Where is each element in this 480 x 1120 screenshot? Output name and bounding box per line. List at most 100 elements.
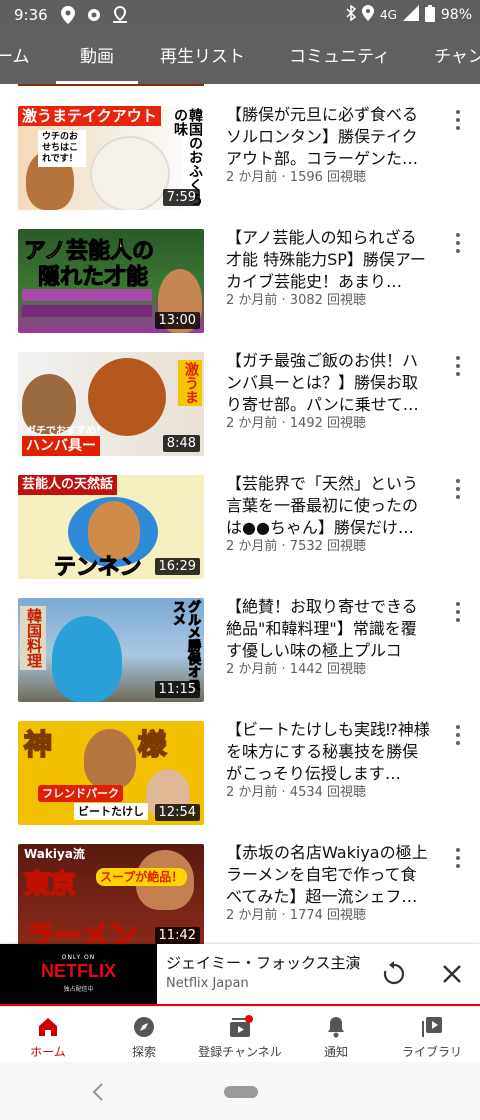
video-duration: 12:54 <box>154 804 200 821</box>
bell-icon <box>324 1015 348 1039</box>
location-status-icon <box>361 5 374 25</box>
video-duration: 7:59 <box>162 189 200 206</box>
thumb-caption: 隠れた才能 <box>37 265 149 291</box>
more-options-icon[interactable] <box>448 231 468 255</box>
thumb-caption: ラーメン <box>25 918 138 944</box>
video-title[interactable]: 【絶賛！お取り寄せできる絶品"和韓料理"】常識を覆す優しい味の極上プルコギ… <box>226 596 432 662</box>
tab-videos[interactable]: 動画 <box>56 30 138 84</box>
video-thumbnail[interactable]: アノ芸能人の 隠れた才能 13:00 <box>18 229 204 333</box>
video-list: 激うまテイクアウト ウチのおせちはこれです！ 韓国のおふくろの味 7:59 【勝… <box>0 84 480 944</box>
home-icon <box>36 1015 60 1039</box>
battery-percent: 98% <box>440 7 472 23</box>
video-thumbnail[interactable]: 韓国料理 グルメ勝俣オススメ 11:15 <box>18 598 204 702</box>
video-meta: 2 か月前 · 1774 回視聴 <box>226 908 367 923</box>
mini-player-title[interactable]: ジェイミー・フォックス主演.. <box>166 952 362 973</box>
signal-icon <box>402 5 419 25</box>
video-thumbnail[interactable]: 芸能人の天然話 テンネン 16:29 <box>18 475 204 579</box>
video-meta: 2 か月前 · 7532 回視聴 <box>226 539 367 554</box>
bottom-navigation: ホーム 探索 登録チャンネル 通知 ライブラリ <box>0 1006 480 1063</box>
back-icon[interactable] <box>90 1082 106 1106</box>
video-item[interactable]: 激うま ガチでおすすめ！ ハンバ具ー 8:48 【ガチ最強ご飯のお供！ハンバ具ー… <box>0 330 480 456</box>
video-title[interactable]: 【アノ芸能人の知られざる才能 特殊能力SP】勝俣アーカイブ芸能史！あまり… <box>226 227 432 293</box>
system-navigation-bar <box>0 1062 480 1120</box>
video-meta: 2 か月前 · 1492 回視聴 <box>226 416 367 431</box>
video-item[interactable]: Wakiya流 東京 スープが絶品！ ラーメン 11:42 【赤坂の名店Waki… <box>0 822 480 944</box>
mini-player[interactable]: ONLY ON NETFLIX 独占配信中 ジェイミー・フォックス主演.. Ne… <box>0 944 480 1004</box>
channel-tabs: ーム 動画 再生リスト コミュニティ チャン <box>0 30 480 84</box>
nav-home[interactable]: ホーム <box>0 1007 96 1063</box>
nav-explore[interactable]: 探索 <box>96 1007 192 1063</box>
thumb-caption: ウチのおせちはこれです！ <box>38 130 86 167</box>
thumb-caption: 芸能人の天然話 <box>18 475 118 495</box>
more-options-icon[interactable] <box>448 846 468 870</box>
video-item[interactable]: 激うまテイクアウト ウチのおせちはこれです！ 韓国のおふくろの味 7:59 【勝… <box>0 84 480 210</box>
video-item[interactable]: アノ芸能人の 隠れた才能 13:00 【アノ芸能人の知られざる才能 特殊能力SP… <box>0 207 480 333</box>
home-pill-icon[interactable] <box>224 1086 258 1098</box>
tab-community[interactable]: コミュニティ <box>289 30 390 84</box>
video-duration: 11:15 <box>154 681 200 698</box>
video-thumbnail[interactable]: Wakiya流 東京 スープが絶品！ ラーメン 11:42 <box>18 844 204 944</box>
video-meta: 2 か月前 · 1596 回視聴 <box>226 170 367 185</box>
thumb-caption: 激うまテイクアウト <box>18 106 161 126</box>
mini-player-channel: Netflix Japan <box>166 976 249 991</box>
bluetooth-icon <box>346 4 357 25</box>
more-options-icon[interactable] <box>448 354 468 378</box>
status-time: 9:36 <box>14 6 48 24</box>
thumb-caption: Wakiya流 <box>24 847 85 861</box>
thumb-sub-text: 独占配信中 <box>63 986 94 993</box>
video-duration: 13:00 <box>154 312 200 329</box>
person-image <box>52 616 122 702</box>
thumb-caption: 神 <box>23 727 53 762</box>
nav-label: 登録チャンネル <box>198 1045 282 1059</box>
tab-playlists[interactable]: 再生リスト <box>160 30 245 84</box>
thumb-small-text: ONLY ON <box>61 954 96 961</box>
video-meta: 2 か月前 · 3082 回視聴 <box>226 293 367 308</box>
video-item[interactable]: 韓国料理 グルメ勝俣オススメ 11:15 【絶賛！お取り寄せできる絶品"和韓料理… <box>0 576 480 702</box>
compass-icon <box>132 1015 156 1039</box>
video-item[interactable]: 芸能人の天然話 テンネン 16:29 【芸能界で「天然」という言葉を一番最初に使… <box>0 453 480 579</box>
thumb-caption: スープが絶品！ <box>96 868 188 886</box>
nav-subscriptions[interactable]: 登録チャンネル <box>192 1007 288 1063</box>
video-thumbnail[interactable]: 激うま ガチでおすすめ！ ハンバ具ー 8:48 <box>18 352 204 456</box>
video-duration: 8:48 <box>162 435 200 452</box>
settings-icon <box>84 5 104 25</box>
netflix-logo: NETFLIX <box>41 961 116 981</box>
video-title[interactable]: 【ガチ最強ご飯のお供！ハンバ具ーとは？】勝俣お取り寄せ部。パンに乗せて… <box>226 350 432 416</box>
location-icon <box>58 5 78 25</box>
thumb-caption: 東京 <box>23 869 77 901</box>
thumb-caption: 韓国料理 <box>20 606 46 670</box>
soup-bowl <box>90 136 170 210</box>
video-meta: 2 か月前 · 1442 回視聴 <box>226 662 367 677</box>
tab-channels[interactable]: チャン <box>434 30 480 84</box>
thumb-caption: テンネン <box>54 555 143 580</box>
video-title[interactable]: 【芸能界で「天然」という言葉を一番最初に使ったのは●●ちゃん】勝俣だけ… <box>226 473 432 539</box>
more-options-icon[interactable] <box>448 108 468 132</box>
video-title[interactable]: 【勝俣が元旦に必ず食べるソルロンタン】勝俣テイクアウト部。コラーゲンた… <box>226 104 432 170</box>
battery-icon <box>424 4 435 26</box>
thumb-banner <box>22 305 152 317</box>
mini-player-thumbnail[interactable]: ONLY ON NETFLIX 独占配信中 <box>0 944 157 1004</box>
video-thumbnail[interactable]: 神 様 フレンドパーク ビートたけし 12:54 <box>18 721 204 825</box>
video-title[interactable]: 【赤坂の名店Wakiyaの極上ラーメンを自宅で作って食べてみた】超一流シェフ… <box>226 842 432 908</box>
thumb-caption: ビートたけし <box>74 803 148 820</box>
replay-icon[interactable] <box>380 960 408 988</box>
nav-notifications[interactable]: 通知 <box>288 1007 384 1063</box>
more-options-icon[interactable] <box>448 723 468 747</box>
tab-home[interactable]: ーム <box>0 30 30 84</box>
more-options-icon[interactable] <box>448 477 468 501</box>
thumb-caption: 激うま <box>178 360 202 406</box>
nav-label: 探索 <box>131 1045 156 1059</box>
video-thumbnail[interactable]: 激うまテイクアウト ウチのおせちはこれです！ 韓国のおふくろの味 7:59 <box>18 106 204 210</box>
video-title[interactable]: 【ビートたけしも実践⁉︎神様を味方にする秘裏技を勝俣がこっそり伝授します… <box>226 719 432 785</box>
more-options-icon[interactable] <box>448 600 468 624</box>
close-icon[interactable] <box>438 960 466 988</box>
subscriptions-icon <box>228 1015 253 1039</box>
network-label: 4G <box>379 8 397 22</box>
video-item[interactable]: 神 様 フレンドパーク ビートたけし 12:54 【ビートたけしも実践⁉︎神様を… <box>0 699 480 825</box>
video-meta: 2 か月前 · 4534 回視聴 <box>226 785 367 800</box>
nav-label: ライブラリ <box>401 1045 462 1059</box>
nav-library[interactable]: ライブラリ <box>384 1007 480 1063</box>
video-duration: 11:42 <box>154 927 200 944</box>
thumb-caption: 様 <box>137 727 167 762</box>
nav-label: ホーム <box>30 1045 66 1059</box>
